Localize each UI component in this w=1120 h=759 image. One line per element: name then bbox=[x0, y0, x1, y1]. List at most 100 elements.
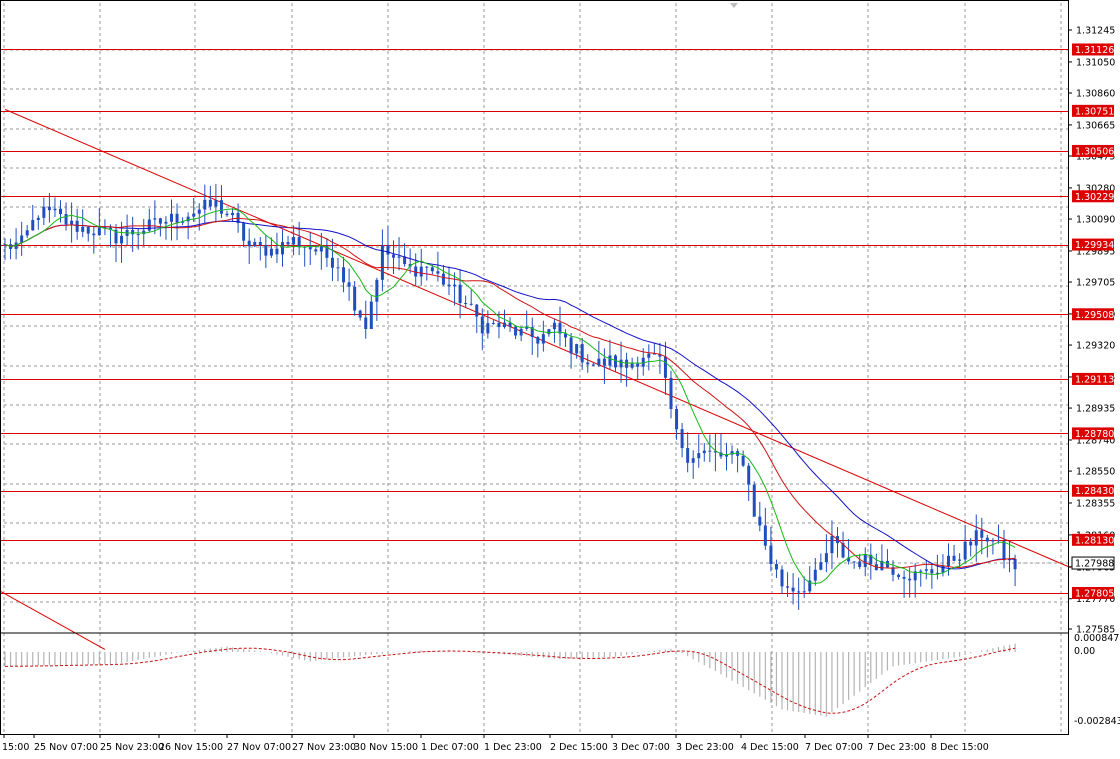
oscillator-tick-label: -0.002843 bbox=[1074, 716, 1120, 727]
candle-body bbox=[208, 199, 212, 207]
candle-body bbox=[486, 323, 490, 334]
candle-body bbox=[64, 214, 68, 225]
candle-body bbox=[170, 213, 173, 222]
candle-body bbox=[708, 450, 712, 452]
candle-body bbox=[369, 301, 373, 329]
candle-body bbox=[952, 555, 956, 561]
level-price-label: 1.30751 bbox=[1075, 106, 1114, 117]
candle-body bbox=[480, 316, 484, 334]
chart-border bbox=[0, 0, 1069, 735]
level-price-label: 1.28780 bbox=[1075, 429, 1114, 440]
candle-body bbox=[636, 363, 640, 367]
time-tick-label: 27 Nov 07:00 bbox=[227, 742, 291, 753]
candle-body bbox=[92, 233, 96, 236]
time-tick-label: 30 Nov 15:00 bbox=[354, 742, 418, 753]
candle-body bbox=[203, 199, 207, 210]
candle-body bbox=[458, 284, 462, 304]
candle-body bbox=[996, 540, 1000, 542]
candle-body bbox=[330, 257, 334, 268]
horizontal-levels bbox=[0, 49, 1068, 594]
candle-body bbox=[164, 221, 168, 224]
candle-body bbox=[1002, 541, 1006, 561]
candle-body bbox=[436, 271, 440, 274]
candle-body bbox=[425, 266, 429, 268]
candle-body bbox=[258, 241, 262, 246]
price-tick-label: 1.29320 bbox=[1076, 341, 1115, 352]
candle-body bbox=[519, 328, 523, 336]
oscillator-signal-line bbox=[4, 647, 1016, 714]
candle-body bbox=[503, 322, 506, 328]
candle-body bbox=[269, 248, 273, 256]
candle-body bbox=[397, 256, 401, 258]
candle-body bbox=[908, 578, 912, 581]
candle-body bbox=[547, 329, 551, 335]
candle-body bbox=[242, 223, 246, 241]
time-tick-label: 27 Nov 23:00 bbox=[292, 742, 356, 753]
time-tick-label: 8 Dec 15:00 bbox=[931, 742, 989, 753]
time-tick-label: 25 Nov 07:00 bbox=[34, 742, 98, 753]
candle-body bbox=[275, 248, 279, 255]
candle-body bbox=[314, 249, 318, 252]
candle-body bbox=[59, 208, 62, 215]
candle-body bbox=[586, 362, 590, 365]
candle-body bbox=[552, 322, 556, 330]
candle-body bbox=[608, 355, 612, 366]
candle-body bbox=[464, 303, 468, 305]
oscillator-pane bbox=[0, 632, 1068, 717]
time-tick-label: 1 Dec 07:00 bbox=[421, 742, 479, 753]
candle-body bbox=[186, 216, 190, 222]
time-axis[interactable]: 15:00 25 Nov 07:00 25 Nov 23:0026 Nov 15:0… bbox=[0, 734, 1068, 753]
price-tick-label: 1.31245 bbox=[1076, 26, 1115, 37]
candle-body bbox=[675, 409, 679, 430]
candle-body bbox=[1013, 558, 1017, 570]
moving-averages bbox=[4, 208, 1016, 585]
level-price-label: 1.29934 bbox=[1075, 240, 1114, 251]
oscillator-tick-label: 0.000847 bbox=[1074, 633, 1119, 644]
candle-body bbox=[697, 453, 701, 459]
candle-body bbox=[919, 570, 923, 572]
candle-body bbox=[281, 242, 284, 255]
candle-body bbox=[192, 213, 196, 217]
level-price-label: 1.29113 bbox=[1075, 374, 1114, 385]
candle-body bbox=[747, 465, 751, 485]
candle-body bbox=[769, 545, 773, 565]
candle-body bbox=[741, 455, 745, 466]
candle-body bbox=[491, 322, 495, 324]
candle-body bbox=[441, 273, 445, 285]
candle-body bbox=[863, 554, 867, 568]
candle-body bbox=[591, 364, 595, 366]
candle-body bbox=[858, 561, 862, 568]
candle-body bbox=[136, 234, 140, 236]
candle-body bbox=[342, 267, 346, 283]
candle-body bbox=[830, 536, 834, 554]
trendline bbox=[0, 590, 106, 650]
candle-body bbox=[752, 484, 756, 517]
candles bbox=[3, 183, 1017, 610]
candle-body bbox=[358, 310, 362, 318]
candle-body bbox=[897, 574, 901, 577]
time-tick-label: 25 Nov 23:00 bbox=[100, 742, 164, 753]
price-axis[interactable]: 1.312451.310501.308601.306651.304751.302… bbox=[1018, 0, 1120, 734]
oscillator-tick-label: 0.00 bbox=[1074, 646, 1095, 657]
candle-body bbox=[475, 304, 479, 317]
ma-mid-line bbox=[4, 217, 1016, 569]
time-tick-label: 15:00 bbox=[2, 742, 29, 753]
candle-body bbox=[42, 206, 46, 218]
candle-body bbox=[647, 353, 651, 358]
candle-body bbox=[347, 282, 351, 287]
level-price-label: 1.29508 bbox=[1075, 310, 1114, 321]
candle-body bbox=[120, 235, 124, 244]
candle-body bbox=[580, 344, 584, 363]
time-tick-label: 3 Dec 23:00 bbox=[676, 742, 734, 753]
candle-body bbox=[364, 317, 368, 329]
candle-body bbox=[70, 220, 74, 225]
candle-body bbox=[353, 286, 357, 311]
price-tick-label: 1.28355 bbox=[1076, 498, 1115, 509]
price-tick-label: 1.30665 bbox=[1076, 120, 1115, 131]
candle-body bbox=[292, 237, 296, 245]
candle-body bbox=[75, 220, 79, 232]
candle-body bbox=[264, 245, 268, 256]
level-price-label: 1.28130 bbox=[1075, 535, 1114, 546]
level-price-label: 1.28430 bbox=[1075, 486, 1114, 497]
candle-body bbox=[758, 516, 762, 526]
